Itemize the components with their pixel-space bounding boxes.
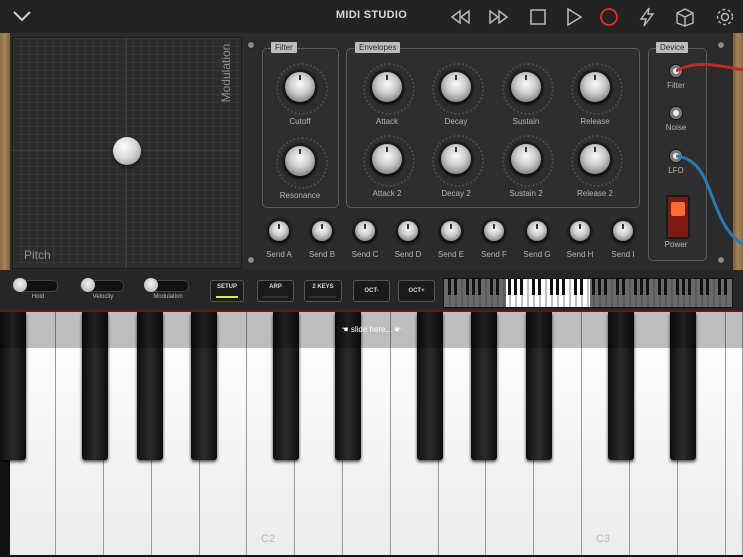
screw bbox=[248, 42, 254, 48]
octave-label-c3: C3 bbox=[596, 533, 611, 545]
black-key[interactable] bbox=[471, 312, 497, 460]
black-key[interactable] bbox=[417, 312, 443, 460]
slide-hint: ☚ slide here... ☛ bbox=[341, 325, 402, 334]
decay-label: Decay bbox=[444, 117, 468, 126]
resonance-label: Resonance bbox=[279, 191, 321, 200]
black-key[interactable] bbox=[0, 312, 26, 460]
black-key[interactable] bbox=[608, 312, 634, 460]
send-i-knob[interactable] bbox=[613, 221, 633, 241]
two-keys-button[interactable]: 2 KEYS bbox=[304, 280, 342, 302]
octave-up-button[interactable]: OCT+ bbox=[398, 280, 435, 302]
setup-led bbox=[216, 296, 238, 298]
xy-pad-x-label: Pitch bbox=[24, 248, 51, 262]
send-d-knob[interactable] bbox=[398, 221, 418, 241]
sustain-knob[interactable] bbox=[511, 72, 541, 102]
cutoff-knob[interactable] bbox=[285, 72, 315, 102]
hold-slider[interactable] bbox=[13, 278, 58, 292]
attack-label: Attack bbox=[375, 117, 399, 126]
xy-pad-handle[interactable] bbox=[113, 137, 141, 165]
stop-icon[interactable] bbox=[527, 6, 549, 28]
release-label: Release bbox=[580, 117, 610, 126]
xy-pad-y-label: Modulation bbox=[219, 43, 233, 103]
octave-down-button[interactable]: OCT- bbox=[353, 280, 390, 302]
two-keys-button-label: 2 KEYS bbox=[312, 284, 334, 290]
send-a-knob[interactable] bbox=[269, 221, 289, 241]
send-c-knob[interactable] bbox=[355, 221, 375, 241]
arp-button[interactable]: ARP bbox=[257, 280, 294, 302]
black-key[interactable] bbox=[670, 312, 696, 460]
box-icon[interactable] bbox=[674, 6, 696, 28]
modulation-slider[interactable] bbox=[144, 278, 189, 292]
rewind-icon[interactable] bbox=[449, 6, 471, 28]
arp-button-label: ARP bbox=[269, 284, 282, 290]
send-g-knob[interactable] bbox=[527, 221, 547, 241]
octave-up-label: OCT+ bbox=[408, 288, 425, 294]
hold-slider-knob[interactable] bbox=[13, 278, 27, 292]
app-title: MIDI STUDIO bbox=[335, 9, 408, 21]
resonance-knob[interactable] bbox=[285, 146, 315, 176]
black-key[interactable] bbox=[273, 312, 299, 460]
keyboard-overview[interactable] bbox=[443, 278, 733, 308]
send-f-knob[interactable] bbox=[484, 221, 504, 241]
sustain-2-label: Sustain 2 bbox=[509, 189, 543, 198]
black-key[interactable] bbox=[191, 312, 217, 460]
patch-cables bbox=[676, 62, 743, 247]
sustain-label: Sustain bbox=[512, 117, 540, 126]
attack-knob[interactable] bbox=[372, 72, 402, 102]
octave-down-label: OCT- bbox=[364, 288, 379, 294]
attack-2-knob[interactable] bbox=[372, 144, 402, 174]
attack-2-label: Attack 2 bbox=[372, 189, 402, 198]
play-icon[interactable] bbox=[563, 6, 585, 28]
modulation-label: Modulation bbox=[153, 294, 183, 300]
setup-button[interactable]: SETUP bbox=[210, 280, 244, 302]
decay-knob[interactable] bbox=[441, 72, 471, 102]
decay-2-label: Decay 2 bbox=[441, 189, 471, 198]
black-key[interactable] bbox=[82, 312, 108, 460]
hold-label: Hold bbox=[31, 294, 45, 300]
gear-icon[interactable] bbox=[714, 6, 736, 28]
velocity-slider-knob[interactable] bbox=[81, 278, 95, 292]
black-key[interactable] bbox=[137, 312, 163, 460]
cutoff-label: Cutoff bbox=[289, 117, 311, 126]
velocity-slider[interactable] bbox=[80, 278, 124, 292]
envelopes-title: Envelopes bbox=[355, 42, 401, 53]
white-key[interactable] bbox=[726, 312, 743, 555]
velocity-label: Velocity bbox=[92, 294, 114, 300]
release-knob[interactable] bbox=[580, 72, 610, 102]
send-h-knob[interactable] bbox=[570, 221, 590, 241]
release-2-label: Release 2 bbox=[576, 189, 614, 198]
fast-forward-icon[interactable] bbox=[488, 6, 510, 28]
send-b-knob[interactable] bbox=[312, 221, 332, 241]
screw bbox=[718, 42, 724, 48]
black-key[interactable] bbox=[526, 312, 552, 460]
device-title: Device bbox=[656, 42, 689, 53]
arp-led bbox=[263, 296, 288, 298]
octave-label-c2: C2 bbox=[261, 533, 276, 545]
release-2-knob[interactable] bbox=[580, 144, 610, 174]
wood-side-left bbox=[0, 33, 10, 270]
filter-title: Filter bbox=[271, 42, 297, 53]
send-e-knob[interactable] bbox=[441, 221, 461, 241]
modulation-slider-knob[interactable] bbox=[144, 278, 158, 292]
black-key[interactable] bbox=[335, 312, 361, 460]
two-keys-led bbox=[310, 296, 336, 298]
decay-2-knob[interactable] bbox=[441, 144, 471, 174]
lightning-icon[interactable] bbox=[636, 6, 658, 28]
setup-button-label: SETUP bbox=[216, 284, 237, 290]
record-icon[interactable] bbox=[598, 6, 620, 28]
sustain-2-knob[interactable] bbox=[511, 144, 541, 174]
